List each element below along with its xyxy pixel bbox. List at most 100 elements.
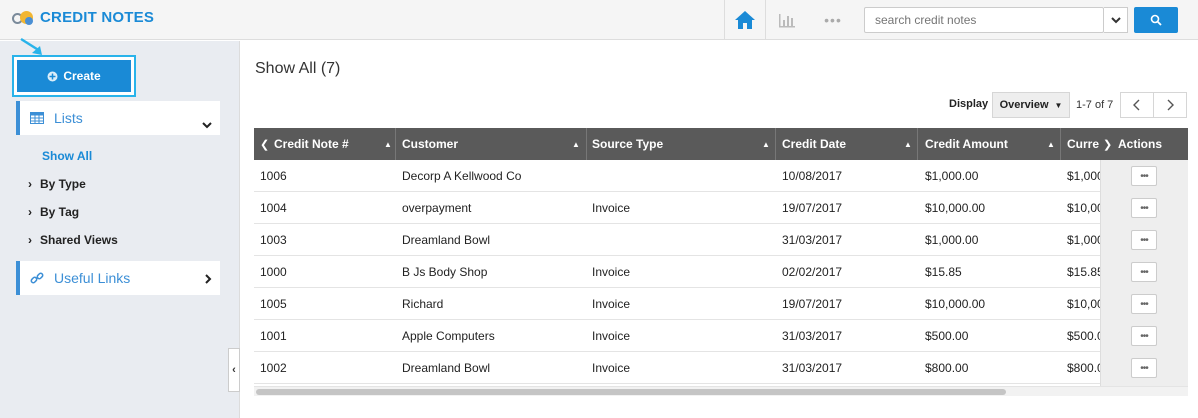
cell-customer: B Js Body Shop (402, 265, 488, 279)
row-actions-button[interactable]: ••• (1131, 230, 1157, 250)
cell-source-type: Invoice (592, 201, 631, 215)
sidebar-collapse-toggle[interactable]: ‹ (228, 348, 240, 392)
more-dots-icon: ••• (1140, 330, 1148, 342)
more-dots-icon: ••• (1140, 266, 1148, 278)
column-header-credit-amount[interactable]: Credit Amount (925, 128, 1008, 160)
home-icon (735, 11, 755, 29)
sort-icon[interactable]: ▲ (384, 128, 392, 160)
cell-credit-amount: $500.00 (925, 329, 969, 343)
cell-credit-date: 19/07/2017 (782, 297, 843, 311)
more-dots-icon: ••• (1140, 170, 1148, 182)
cell-credit-amount: $800.00 (925, 361, 969, 375)
page-title: Show All (7) (255, 60, 341, 77)
sidebar-lists[interactable]: Lists (16, 101, 220, 135)
search-input[interactable] (865, 8, 1075, 32)
cell-source-type (592, 160, 772, 192)
column-divider (586, 128, 587, 160)
view-selector[interactable]: Overview ▼ (992, 92, 1070, 118)
sidebar-item-show-all[interactable]: Show All (42, 149, 92, 163)
cell-currency: $1,000 (1067, 233, 1100, 247)
search-icon (1150, 14, 1162, 26)
row-actions-button[interactable]: ••• (1131, 326, 1157, 346)
home-button[interactable] (726, 0, 764, 40)
table-row[interactable]: 1002 Dreamland Bowl Invoice 31/03/2017 $800.… (254, 352, 1188, 384)
credit-notes-table: ❮ Credit Note # ▲ Customer ▲ Source Type… (254, 128, 1188, 384)
cell-customer: Apple Computers (402, 329, 495, 343)
cell-currency: $500.0 (1067, 329, 1100, 343)
search-button[interactable] (1134, 7, 1178, 33)
chevron-right-icon (1167, 99, 1174, 111)
chevron-left-icon: ‹ (232, 364, 236, 376)
cell-credit-date: 10/08/2017 (782, 169, 843, 183)
scroll-left-icon[interactable]: ❮ (260, 128, 269, 160)
table-row[interactable]: 1003 Dreamland Bowl 31/03/2017 $1,000.00 $1,… (254, 224, 1188, 256)
analytics-button[interactable] (766, 0, 808, 40)
cell-credit-note: 1003 (260, 233, 287, 247)
cell-customer: Decorp A Kellwood Co (402, 169, 522, 183)
more-dots-icon: ••• (1140, 202, 1148, 214)
column-header-currency[interactable]: Curre (1067, 128, 1099, 160)
cell-currency: $1,000 (1067, 169, 1100, 183)
table-row[interactable]: 1006 Decorp A Kellwood Co 10/08/2017 $1,000… (254, 160, 1188, 192)
table-body: 1006 Decorp A Kellwood Co 10/08/2017 $1,000… (254, 160, 1188, 384)
sidebar-useful-links[interactable]: Useful Links (16, 261, 220, 295)
cell-credit-date: 31/03/2017 (782, 329, 843, 343)
more-button[interactable]: ••• (812, 0, 854, 40)
link-icon (30, 271, 44, 285)
cell-credit-date: 19/07/2017 (782, 201, 843, 215)
table-row[interactable]: 1001 Apple Computers Invoice 31/03/2017 $500… (254, 320, 1188, 352)
scrollbar-thumb[interactable] (256, 389, 1006, 395)
cell-credit-note: 1001 (260, 329, 287, 343)
search-box (864, 7, 1104, 33)
horizontal-scrollbar[interactable] (254, 386, 1188, 396)
sort-icon[interactable]: ▲ (1047, 128, 1055, 160)
top-bar: CREDIT NOTES ••• (0, 0, 1198, 40)
more-dots-icon: ••• (1140, 298, 1148, 310)
sidebar-item-shared-views[interactable]: › Shared Views (28, 233, 118, 247)
caret-down-icon: ▼ (1054, 100, 1063, 110)
next-page-button[interactable] (1153, 92, 1187, 118)
cell-source-type: Invoice (592, 297, 631, 311)
sort-icon[interactable]: ▲ (572, 128, 580, 160)
cell-source-type: Invoice (592, 265, 631, 279)
row-actions-button[interactable]: ••• (1131, 358, 1157, 378)
column-header-credit-date[interactable]: Credit Date (782, 128, 846, 160)
row-actions-button[interactable]: ••• (1131, 294, 1157, 314)
cell-credit-amount: $15.85 (925, 265, 962, 279)
cell-currency: $10,00 (1067, 297, 1100, 311)
table-row[interactable]: 1000 B Js Body Shop Invoice 02/02/2017 $15.8… (254, 256, 1188, 288)
cell-credit-date: 31/03/2017 (782, 233, 843, 247)
row-actions-button[interactable]: ••• (1131, 166, 1157, 186)
app-brand[interactable]: CREDIT NOTES (12, 9, 154, 26)
cell-source-type: Invoice (592, 361, 631, 375)
create-button[interactable]: Create (17, 60, 131, 92)
search-filter-dropdown[interactable] (1104, 7, 1128, 33)
column-header-source-type[interactable]: Source Type (592, 128, 663, 160)
cell-credit-amount: $1,000.00 (925, 233, 979, 247)
row-actions-button[interactable]: ••• (1131, 198, 1157, 218)
paging-info: 1-7 of 7 (1076, 99, 1114, 111)
column-header-credit-note[interactable]: Credit Note # (274, 128, 349, 160)
sidebar-item-by-tag[interactable]: › By Tag (28, 205, 79, 219)
cell-credit-note: 1006 (260, 169, 287, 183)
view-selector-label: Overview (999, 99, 1049, 111)
column-header-customer[interactable]: Customer (402, 128, 458, 160)
table-row[interactable]: 1005 Richard Invoice 19/07/2017 $10,000.00 $1… (254, 288, 1188, 320)
column-divider (917, 128, 918, 160)
sort-icon[interactable]: ▲ (904, 128, 912, 160)
chevron-left-icon (1133, 99, 1140, 111)
sort-icon[interactable]: ▲ (762, 128, 770, 160)
scroll-right-icon[interactable]: ❯ (1103, 128, 1112, 160)
chevron-right-icon: › (28, 233, 32, 247)
column-divider (395, 128, 396, 160)
create-button-label: Create (63, 69, 101, 83)
table-row[interactable]: 1004 overpayment Invoice 19/07/2017 $10,000.… (254, 192, 1188, 224)
prev-page-button[interactable] (1120, 92, 1154, 118)
chevron-down-icon (1110, 17, 1121, 24)
chevron-right-icon: › (28, 177, 32, 191)
sidebar-item-by-type[interactable]: › By Type (28, 177, 86, 191)
cell-customer: overpayment (402, 201, 472, 215)
row-actions-button[interactable]: ••• (1131, 262, 1157, 282)
app-title: CREDIT NOTES (40, 9, 155, 26)
cell-customer: Dreamland Bowl (402, 233, 491, 247)
